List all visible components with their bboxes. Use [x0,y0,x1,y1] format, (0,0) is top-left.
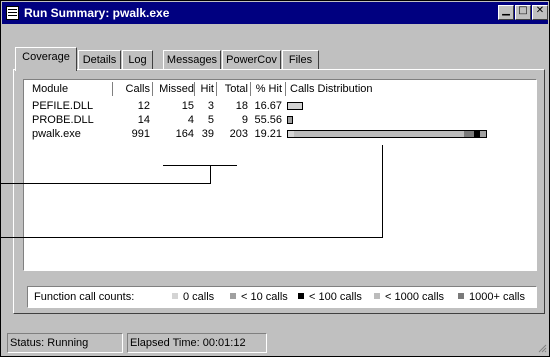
callout-line [0,183,211,184]
legend-item: < 10 calls [230,291,288,303]
cell-total: 9 [241,114,248,126]
status-bar: Status: Running Elapsed Time: 00:01:12 [1,331,549,355]
legend-item: < 1000 calls [374,291,444,303]
callout-line [382,145,383,238]
column-header-module[interactable]: Module [32,82,68,97]
column-separator[interactable] [216,82,217,96]
cell-hit: 39 [201,128,214,140]
column-header-total[interactable]: Total [218,82,248,97]
bar-segment-lt-10 [480,131,486,137]
cell-calls: 14 [137,114,150,126]
cell-module: pwalk.exe [32,128,81,140]
calls-distribution-bar [287,116,293,124]
legend-label: Function call counts: [34,291,135,303]
cell-pct-hit: 19.21 [254,128,282,140]
legend-swatch [230,293,236,299]
minimize-icon: ▁ [502,5,510,16]
status-state: Status: Running [7,333,123,353]
tab-files[interactable]: Files [282,50,319,70]
legend-swatch [298,293,304,299]
column-separator[interactable] [285,82,286,96]
callout-line [210,165,211,184]
column-separator[interactable] [194,82,195,96]
legend-item: < 100 calls [298,291,362,303]
window-controls: ▁ □ ✕ [498,5,548,21]
cell-pct-hit: 16.67 [254,100,282,112]
column-header-pct-hit[interactable]: % Hit [252,82,282,97]
legend-item-label: < 10 calls [241,291,288,303]
tab-details[interactable]: Details [78,50,121,70]
title-bar[interactable]: Run Summary: pwalk.exe ▁ □ ✕ [2,2,548,24]
column-header-calls[interactable]: Calls [114,82,150,97]
cell-missed: 4 [187,114,194,126]
cell-calls: 991 [131,128,150,140]
coverage-table[interactable]: Module Calls Missed Hit Total % Hit Call… [23,79,537,271]
maximize-button[interactable]: □ [515,5,531,20]
cell-missed: 15 [181,100,194,112]
cell-hit: 3 [207,100,214,112]
app-icon [6,6,19,20]
cell-missed: 164 [175,128,194,140]
legend-swatch [458,293,464,299]
column-separator[interactable] [152,82,153,96]
bar-segment-0-calls [288,131,294,137]
run-summary-window: Run Summary: pwalk.exe ▁ □ ✕ Coverage De… [0,0,550,357]
legend-item-label: < 100 calls [309,291,362,303]
tab-coverage[interactable]: Coverage [15,47,77,71]
cell-total: 18 [235,100,248,112]
column-header-hit[interactable]: Hit [196,82,214,97]
bar-segment-1000-plus [464,131,474,137]
cell-pct-hit: 55.56 [254,114,282,126]
column-header-missed[interactable]: Missed [154,82,194,97]
legend-item: 1000+ calls [458,291,525,303]
minimize-button[interactable]: ▁ [498,5,514,20]
close-icon: ✕ [535,5,545,16]
legend-swatch [374,293,380,299]
legend-item-label: 1000+ calls [469,291,525,303]
status-elapsed-time: Elapsed Time: 00:01:12 [127,333,267,353]
close-button[interactable]: ✕ [532,5,548,20]
legend-item-label: < 1000 calls [385,291,445,303]
tab-log[interactable]: Log [122,50,153,70]
column-separator[interactable] [250,82,251,96]
cell-module: PEFILE.DLL [32,100,94,112]
calls-distribution-bar [287,102,303,110]
legend-swatch [172,293,178,299]
maximize-icon: □ [518,5,528,16]
cell-calls: 12 [137,100,150,112]
function-call-counts-legend: Function call counts: 0 calls < 10 calls… [27,286,537,308]
legend-item-label: 0 calls [183,291,215,303]
window-title: Run Summary: pwalk.exe [24,6,170,20]
calls-distribution-bar [287,130,487,138]
tab-messages[interactable]: Messages [163,50,221,70]
resize-grip-icon[interactable] [537,343,547,353]
cell-total: 203 [229,128,248,140]
column-header-calls-distribution[interactable]: Calls Distribution [290,82,373,97]
cell-module: PROBE.DLL [32,114,94,126]
tab-powercov[interactable]: PowerCov [222,50,281,70]
callout-underline [163,165,237,166]
column-separator[interactable] [112,82,113,96]
callout-line [0,237,383,238]
cell-hit: 5 [207,114,214,126]
legend-item: 0 calls [172,291,214,303]
